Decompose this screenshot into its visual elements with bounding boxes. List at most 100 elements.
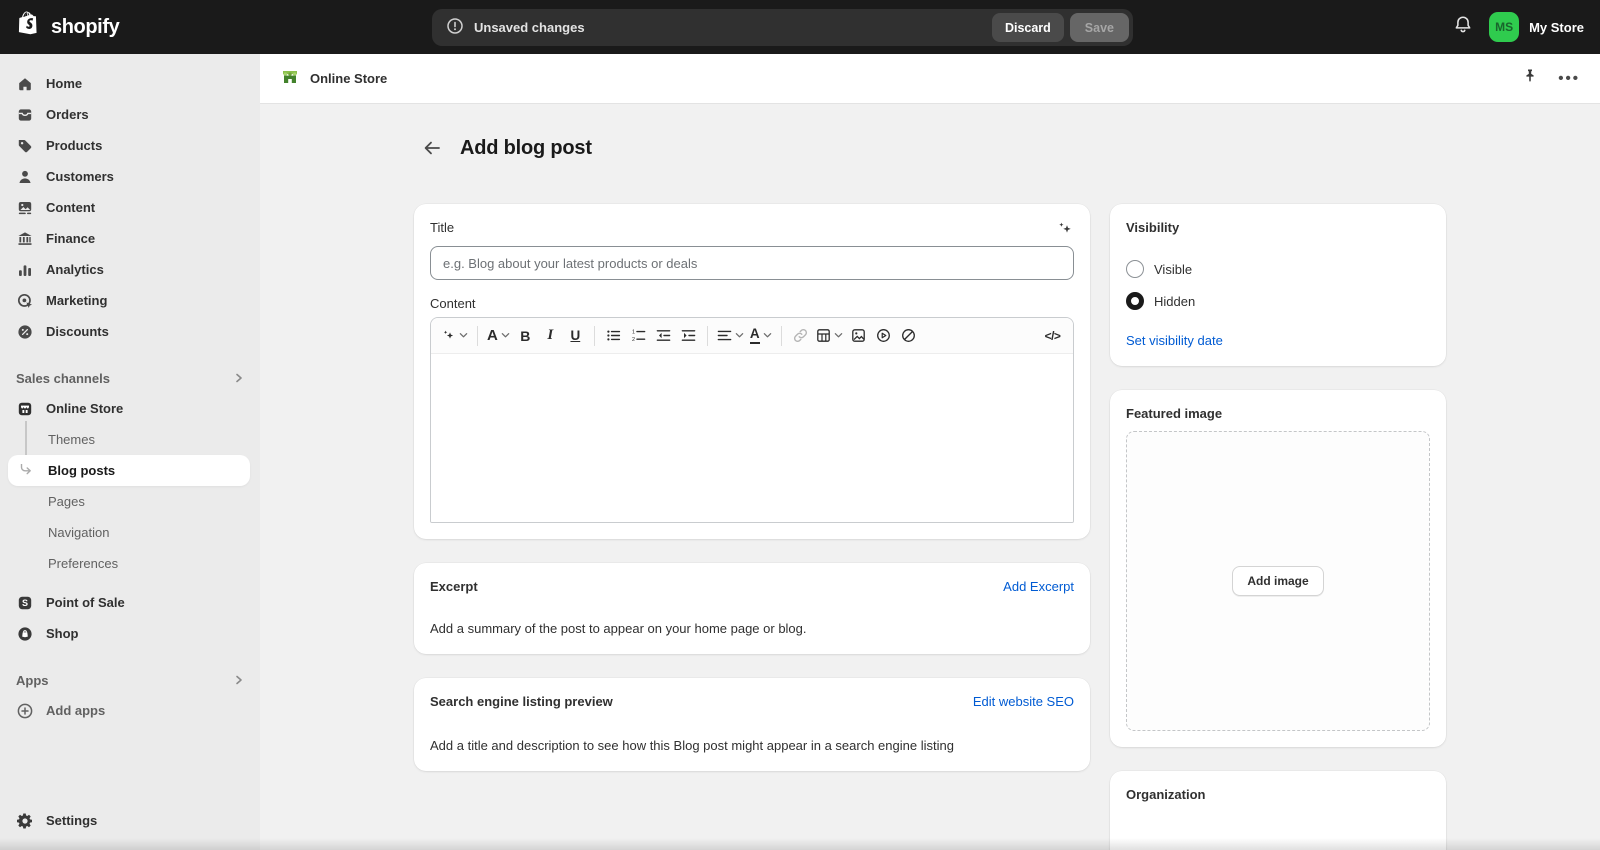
tree-arrow-icon <box>20 464 33 480</box>
image-icon[interactable] <box>846 322 871 350</box>
sidebar: Home Orders Products Customers Content F… <box>0 54 260 850</box>
shopify-wordmark: shopify <box>51 16 119 39</box>
store-name[interactable]: My Store <box>1529 20 1584 35</box>
outdent-icon[interactable] <box>651 322 676 350</box>
toolbar-divider <box>594 326 595 346</box>
numbered-list-icon[interactable]: 12 <box>626 322 651 350</box>
pos-icon: S <box>16 594 34 612</box>
featured-image-card: Featured image Add image <box>1110 390 1446 747</box>
title-card: Title Content <box>414 204 1090 539</box>
sidebar-item-analytics[interactable]: Analytics <box>0 254 260 285</box>
sidebar-item-themes[interactable]: Themes <box>0 424 260 455</box>
sidebar-item-point-of-sale[interactable]: S Point of Sale <box>0 587 260 618</box>
sidebar-section-sales-channels[interactable]: Sales channels <box>0 363 260 393</box>
shopify-logo[interactable]: shopify <box>0 11 119 44</box>
video-icon[interactable] <box>871 322 896 350</box>
orders-icon <box>16 106 34 124</box>
toolbar-divider <box>781 326 782 346</box>
edit-website-seo-link[interactable]: Edit website SEO <box>973 694 1074 709</box>
seo-description: Add a title and description to see how t… <box>430 737 1074 755</box>
italic-icon[interactable]: I <box>538 322 563 350</box>
unsaved-changes-bar: Unsaved changes Discard Save <box>432 9 1133 46</box>
sidebar-item-discounts[interactable]: Discounts <box>0 316 260 347</box>
alert-icon <box>446 17 464 38</box>
sidebar-item-navigation[interactable]: Navigation <box>0 517 260 548</box>
store-avatar[interactable]: MS <box>1489 12 1519 42</box>
set-visibility-date-link[interactable]: Set visibility date <box>1126 333 1223 348</box>
toolbar-divider <box>707 326 708 346</box>
sidebar-section-apps[interactable]: Apps <box>0 665 260 695</box>
radio-unchecked[interactable] <box>1126 260 1144 278</box>
sidebar-item-shop[interactable]: Shop <box>0 618 260 649</box>
content-icon <box>16 199 34 217</box>
excerpt-card: Excerpt Add Excerpt Add a summary of the… <box>414 563 1090 654</box>
main-area: Online Store ••• Add blog post Title <box>260 54 1600 850</box>
sidebar-item-pages[interactable]: Pages <box>0 486 260 517</box>
chevron-down-icon <box>501 331 510 340</box>
chevron-down-icon <box>763 331 772 340</box>
sidebar-item-finance[interactable]: Finance <box>0 223 260 254</box>
radio-checked[interactable] <box>1126 292 1144 310</box>
excerpt-title: Excerpt <box>430 579 478 594</box>
context-bar: Online Store ••• <box>260 54 1600 104</box>
analytics-icon <box>16 261 34 279</box>
featured-image-title: Featured image <box>1126 406 1430 421</box>
finance-icon <box>16 230 34 248</box>
storefront-icon <box>16 400 34 418</box>
add-image-button[interactable]: Add image <box>1232 566 1323 596</box>
content-scroll-area[interactable]: Add blog post Title Content <box>260 104 1600 850</box>
seo-card: Search engine listing preview Edit websi… <box>414 678 1090 771</box>
chevron-right-icon <box>234 673 244 688</box>
link-icon[interactable] <box>788 322 813 350</box>
bell-icon[interactable] <box>1453 15 1473 40</box>
sidebar-item-online-store[interactable]: Online Store <box>0 393 260 424</box>
sidebar-item-blog-posts[interactable]: Blog posts <box>8 455 250 486</box>
shopify-bag-icon <box>18 11 44 44</box>
chevron-down-icon <box>735 331 744 340</box>
bold-icon[interactable]: B <box>513 322 538 350</box>
sidebar-item-preferences[interactable]: Preferences <box>0 548 260 579</box>
marketing-icon <box>16 292 34 310</box>
chevron-right-icon <box>234 371 244 386</box>
editor-content-area[interactable] <box>431 354 1073 522</box>
chevron-down-icon <box>459 331 468 340</box>
magic-sparkle-icon[interactable] <box>1056 220 1074 243</box>
visibility-option-hidden[interactable]: Hidden <box>1126 287 1430 315</box>
svg-text:S: S <box>22 598 28 608</box>
sidebar-item-marketing[interactable]: Marketing <box>0 285 260 316</box>
visibility-option-visible[interactable]: Visible <box>1126 255 1430 283</box>
context-title: Online Store <box>310 71 387 86</box>
sidebar-item-add-apps[interactable]: Add apps <box>0 695 260 726</box>
table-icon[interactable] <box>813 322 846 350</box>
featured-image-dropzone[interactable]: Add image <box>1126 431 1430 731</box>
excerpt-description: Add a summary of the post to appear on y… <box>430 620 1074 638</box>
more-actions-icon[interactable]: ••• <box>1558 71 1580 86</box>
svg-text:2: 2 <box>632 337 635 343</box>
clear-formatting-icon[interactable] <box>896 322 921 350</box>
text-style-icon[interactable]: A <box>484 322 513 350</box>
organization-title: Organization <box>1126 787 1430 802</box>
sidebar-item-orders[interactable]: Orders <box>0 99 260 130</box>
bulleted-list-icon[interactable] <box>601 322 626 350</box>
svg-text:1: 1 <box>632 329 635 335</box>
online-store-sub-list: Themes Blog posts Pages Navigation Prefe… <box>0 424 260 579</box>
visibility-card: Visibility Visible Hidden Set visibi <box>1110 204 1446 366</box>
sidebar-item-settings[interactable]: Settings <box>0 805 260 836</box>
code-icon[interactable]: </> <box>1040 322 1065 350</box>
save-button[interactable]: Save <box>1070 13 1129 42</box>
editor-toolbar: A B I U 12 <box>431 318 1073 354</box>
text-color-icon[interactable]: A <box>747 322 775 350</box>
magic-icon[interactable] <box>439 322 471 350</box>
sidebar-item-content[interactable]: Content <box>0 192 260 223</box>
sidebar-item-products[interactable]: Products <box>0 130 260 161</box>
alignment-icon[interactable] <box>714 322 747 350</box>
add-excerpt-link[interactable]: Add Excerpt <box>1003 579 1074 594</box>
discard-button[interactable]: Discard <box>992 13 1064 42</box>
back-button[interactable] <box>418 134 446 162</box>
underline-icon[interactable]: U <box>563 322 588 350</box>
sidebar-item-customers[interactable]: Customers <box>0 161 260 192</box>
title-input[interactable] <box>430 246 1074 280</box>
pin-icon[interactable] <box>1522 68 1538 89</box>
indent-icon[interactable] <box>676 322 701 350</box>
sidebar-item-home[interactable]: Home <box>0 68 260 99</box>
